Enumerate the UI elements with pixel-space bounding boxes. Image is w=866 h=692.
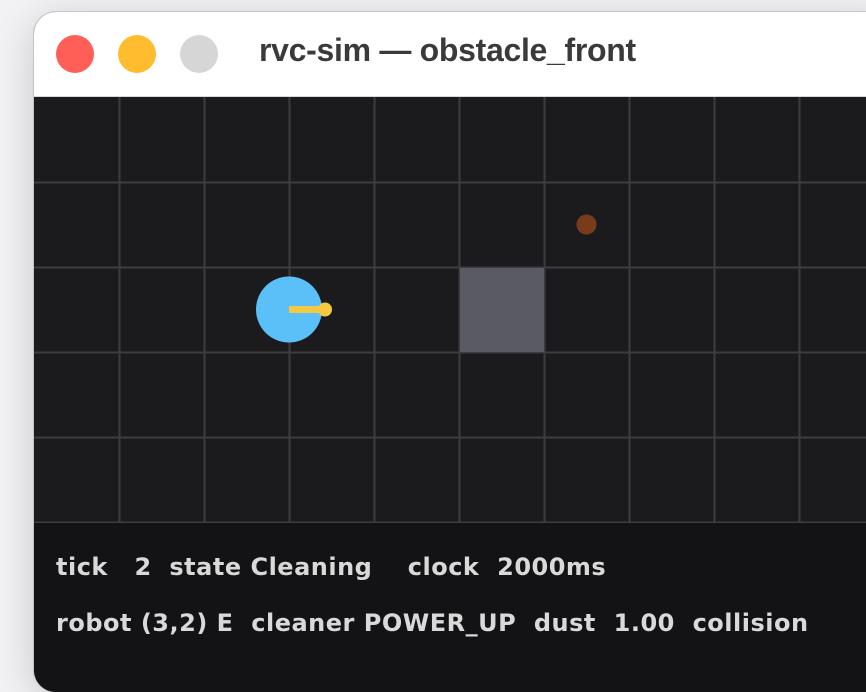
- tick-label: tick: [56, 553, 108, 581]
- robot-heading-tip: [318, 302, 332, 317]
- simulation-grid: [34, 97, 866, 523]
- robot-label: robot: [56, 609, 132, 637]
- robot-value: (3,2) E: [140, 609, 234, 637]
- window-title: rvc-sim — obstacle_front: [259, 32, 636, 68]
- title-bar[interactable]: rvc-sim — obstacle_front: [34, 12, 866, 97]
- dust-particle: [576, 214, 597, 235]
- obstacle-block: [460, 268, 544, 352]
- robot: [256, 276, 332, 343]
- grid-lines: [34, 97, 866, 523]
- status-line-secondary: robot (3,2) E cleaner POWER_UP dust 1.00…: [56, 609, 809, 637]
- dust-value: 1.00: [613, 609, 675, 637]
- cleaner-label: cleaner: [251, 609, 355, 637]
- simulator-window: rvc-sim — obstacle_front tick 2 state Cl…: [34, 12, 866, 692]
- status-line-primary: tick 2 state Cleaning clock 2000ms: [56, 553, 606, 581]
- dust-label: dust: [533, 609, 596, 637]
- status-panel: tick 2 state Cleaning clock 2000ms robot…: [34, 523, 866, 692]
- close-window-button[interactable]: [56, 35, 94, 73]
- minimize-window-button[interactable]: [118, 35, 156, 73]
- clock-value: 2000ms: [497, 553, 607, 581]
- cleaner-value: POWER_UP: [363, 609, 517, 637]
- collision-label: collision: [692, 609, 809, 637]
- clock-label: clock: [407, 553, 480, 581]
- tick-value: 2: [134, 553, 152, 581]
- state-label: state: [169, 553, 242, 581]
- state-value: Cleaning: [250, 553, 373, 581]
- grid-canvas: [34, 97, 866, 523]
- zoom-window-button[interactable]: [180, 35, 218, 73]
